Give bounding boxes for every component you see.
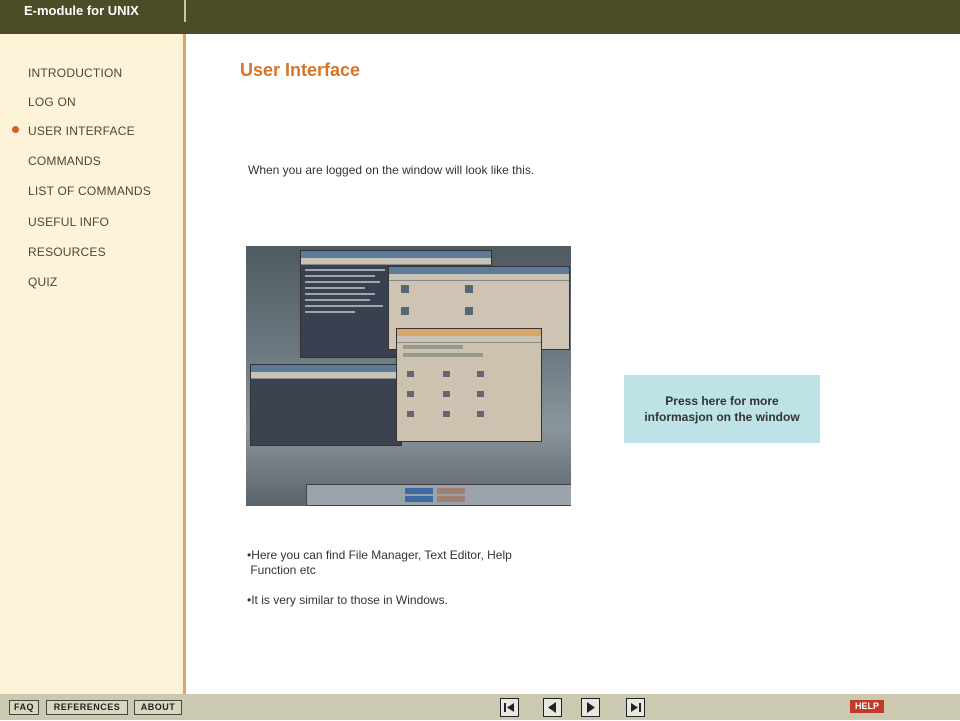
sidebar-item-introduction[interactable]: INTRODUCTION <box>28 66 122 80</box>
page-title: User Interface <box>240 60 361 80</box>
text-editor-window <box>250 364 402 446</box>
next-page-button[interactable] <box>581 698 600 717</box>
top-bar: E-module for UNIX <box>0 0 960 34</box>
app-title: E-module for UNIX <box>24 3 139 18</box>
file-manager-window <box>396 328 542 442</box>
about-button[interactable]: ABOUT <box>134 700 182 715</box>
sidebar-item-quiz[interactable]: QUIZ <box>28 275 57 289</box>
active-bullet-icon <box>12 126 19 133</box>
help-button[interactable]: HELP <box>850 700 884 713</box>
intro-text: When you are logged on the window will l… <box>248 163 535 177</box>
desktop-screenshot-image <box>246 246 571 506</box>
sidebar-item-log-on[interactable]: LOG ON <box>28 95 76 109</box>
bullet-item-continued: Function etc <box>247 563 316 577</box>
bullet-list: •Here you can find File Manager, Text Ed… <box>247 548 512 608</box>
sidebar-item-resources[interactable]: RESOURCES <box>28 245 106 259</box>
bullet-item: •It is very similar to those in Windows. <box>247 593 448 607</box>
references-button[interactable]: REFERENCES <box>46 700 128 715</box>
last-page-icon <box>631 703 641 712</box>
first-page-button[interactable] <box>500 698 519 717</box>
more-info-label: Press here for more informasjon on the w… <box>644 394 800 424</box>
next-icon <box>587 702 595 713</box>
sidebar-item-user-interface[interactable]: USER INTERFACE <box>28 124 135 138</box>
sidebar-item-list-of-commands[interactable]: LIST OF COMMANDS <box>28 184 151 198</box>
first-page-icon <box>504 703 514 712</box>
bullet-item: •Here you can find File Manager, Text Ed… <box>247 548 512 562</box>
sidebar-item-useful-info[interactable]: USEFUL INFO <box>28 215 109 229</box>
more-info-button[interactable]: Press here for more informasjon on the w… <box>624 375 820 443</box>
previous-icon <box>548 702 556 713</box>
faq-button[interactable]: FAQ <box>9 700 39 715</box>
previous-page-button[interactable] <box>543 698 562 717</box>
last-page-button[interactable] <box>626 698 645 717</box>
front-panel <box>306 484 571 506</box>
sidebar-item-commands[interactable]: COMMANDS <box>28 154 101 168</box>
